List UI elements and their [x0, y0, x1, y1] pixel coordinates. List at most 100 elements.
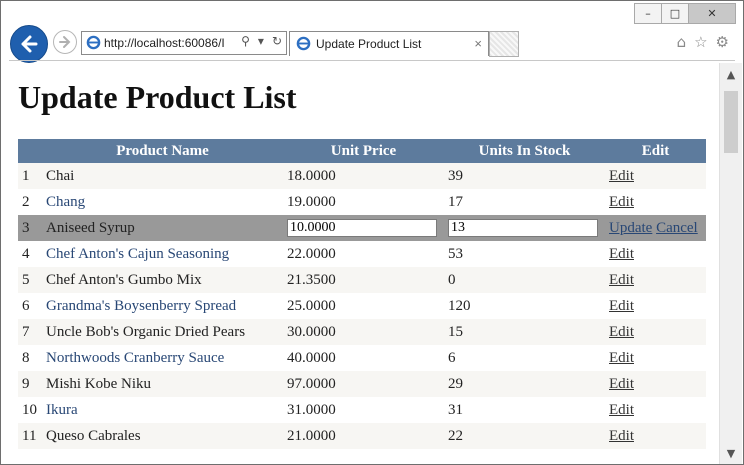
tab-close-icon[interactable]: ×: [474, 36, 482, 51]
cancel-link[interactable]: Cancel: [656, 220, 698, 236]
forward-button[interactable]: [53, 30, 77, 54]
units-in-stock: 15: [444, 319, 605, 345]
product-grid: Product Name Unit Price Units In Stock E…: [18, 139, 706, 449]
header-number: [18, 139, 42, 163]
product-name: Chef Anton's Cajun Seasoning: [42, 241, 283, 267]
unit-price: 40.0000: [283, 345, 444, 371]
table-row: 6 Grandma's Boysenberry Spread 25.0000 1…: [18, 293, 706, 319]
edit-link[interactable]: Edit: [609, 168, 634, 184]
row-number: 2: [18, 189, 42, 215]
browser-window: – □ ✕ http://localhost:60086/I ⚲ ▾ ↻ Upd…: [0, 0, 744, 465]
edit-link[interactable]: Edit: [609, 402, 634, 418]
vertical-scrollbar[interactable]: ▲ ▼: [719, 63, 742, 464]
row-number: 8: [18, 345, 42, 371]
header-unit-price: Unit Price: [283, 139, 444, 163]
product-name: Mishi Kobe Niku: [42, 371, 283, 397]
edit-link[interactable]: Edit: [609, 272, 634, 288]
unit-price: 21.3500: [283, 267, 444, 293]
browser-chrome: – □ ✕ http://localhost:60086/I ⚲ ▾ ↻ Upd…: [1, 1, 743, 63]
address-bar[interactable]: http://localhost:60086/I ⚲ ▾ ↻: [81, 31, 287, 55]
units-in-stock: 120: [444, 293, 605, 319]
product-name: Chang: [42, 189, 283, 215]
ie-favicon-icon: [296, 36, 311, 51]
units-in-stock: 17: [444, 189, 605, 215]
unit-price: 22.0000: [283, 241, 444, 267]
units-in-stock: 53: [444, 241, 605, 267]
edit-link[interactable]: Edit: [609, 350, 634, 366]
back-button[interactable]: [10, 25, 48, 63]
row-number: 5: [18, 267, 42, 293]
table-row: 10 Ikura 31.0000 31 Edit: [18, 397, 706, 423]
table-row: 5 Chef Anton's Gumbo Mix 21.3500 0 Edit: [18, 267, 706, 293]
search-icon[interactable]: ⚲: [241, 34, 250, 48]
edit-link[interactable]: Edit: [609, 376, 634, 392]
units-in-stock: 29: [444, 371, 605, 397]
page-content: Update Product List Product Name Unit Pr…: [1, 63, 717, 463]
row-number: 1: [18, 163, 42, 189]
table-row: 4 Chef Anton's Cajun Seasoning 22.0000 5…: [18, 241, 706, 267]
favorites-star-icon[interactable]: ☆: [694, 33, 707, 51]
row-number: 7: [18, 319, 42, 345]
edit-link[interactable]: Edit: [609, 194, 634, 210]
scroll-down-icon[interactable]: ▼: [720, 444, 742, 462]
table-row: 8 Northwoods Cranberry Sauce 40.0000 6 E…: [18, 345, 706, 371]
unit-price: 31.0000: [283, 397, 444, 423]
header-units-in-stock: Units In Stock: [444, 139, 605, 163]
unit-price: 19.0000: [283, 189, 444, 215]
scroll-up-icon[interactable]: ▲: [720, 65, 742, 83]
tab-update-product-list[interactable]: Update Product List ×: [289, 31, 489, 56]
product-name: Grandma's Boysenberry Spread: [42, 293, 283, 319]
units-in-stock: 31: [444, 397, 605, 423]
home-icon[interactable]: ⌂: [677, 33, 687, 51]
chrome-divider: [9, 60, 735, 61]
forward-arrow-icon: [59, 36, 71, 48]
unit-price: 30.0000: [283, 319, 444, 345]
edit-link[interactable]: Edit: [609, 298, 634, 314]
product-name: Chef Anton's Gumbo Mix: [42, 267, 283, 293]
edit-link[interactable]: Edit: [609, 428, 634, 444]
address-url[interactable]: http://localhost:60086/I: [104, 36, 232, 50]
table-row: 9 Mishi Kobe Niku 97.0000 29 Edit: [18, 371, 706, 397]
row-number: 6: [18, 293, 42, 319]
close-window-button[interactable]: ✕: [688, 3, 736, 24]
header-product-name: Product Name: [42, 139, 283, 163]
row-number: 11: [18, 423, 42, 449]
unit-price: 97.0000: [283, 371, 444, 397]
row-number: 10: [18, 397, 42, 423]
units-in-stock: 22: [444, 423, 605, 449]
product-name: Aniseed Syrup: [42, 215, 283, 241]
table-row: 7 Uncle Bob's Organic Dried Pears 30.000…: [18, 319, 706, 345]
minimize-button[interactable]: –: [634, 3, 662, 24]
unit-price: 21.0000: [283, 423, 444, 449]
update-link[interactable]: Update: [609, 220, 652, 236]
edit-link[interactable]: Edit: [609, 246, 634, 262]
table-row: 2 Chang 19.0000 17 Edit: [18, 189, 706, 215]
table-row: 11 Queso Cabrales 21.0000 22 Edit: [18, 423, 706, 449]
header-edit: Edit: [605, 139, 706, 163]
unit-price: 18.0000: [283, 163, 444, 189]
settings-gear-icon[interactable]: ⚙: [716, 33, 729, 51]
table-row-editing: 3 Aniseed Syrup Update Cancel: [18, 215, 706, 241]
new-tab-button[interactable]: [489, 31, 519, 57]
maximize-button[interactable]: □: [661, 3, 689, 24]
ie-favicon-icon: [86, 35, 101, 50]
product-name: Northwoods Cranberry Sauce: [42, 345, 283, 371]
units-in-stock: 0: [444, 267, 605, 293]
edit-link[interactable]: Edit: [609, 324, 634, 340]
row-number: 9: [18, 371, 42, 397]
header-row: Product Name Unit Price Units In Stock E…: [18, 139, 706, 163]
units-in-stock-input[interactable]: [448, 219, 598, 237]
product-name: Uncle Bob's Organic Dried Pears: [42, 319, 283, 345]
scrollbar-thumb[interactable]: [724, 91, 738, 153]
dropdown-icon[interactable]: ▾: [258, 34, 264, 48]
table-row: 1 Chai 18.0000 39 Edit: [18, 163, 706, 189]
unit-price-input[interactable]: [287, 219, 437, 237]
units-in-stock: 39: [444, 163, 605, 189]
back-arrow-icon: [21, 35, 38, 53]
row-number: 4: [18, 241, 42, 267]
refresh-icon[interactable]: ↻: [272, 34, 282, 48]
product-name: Queso Cabrales: [42, 423, 283, 449]
unit-price: 25.0000: [283, 293, 444, 319]
units-in-stock: 6: [444, 345, 605, 371]
row-number: 3: [18, 215, 42, 241]
